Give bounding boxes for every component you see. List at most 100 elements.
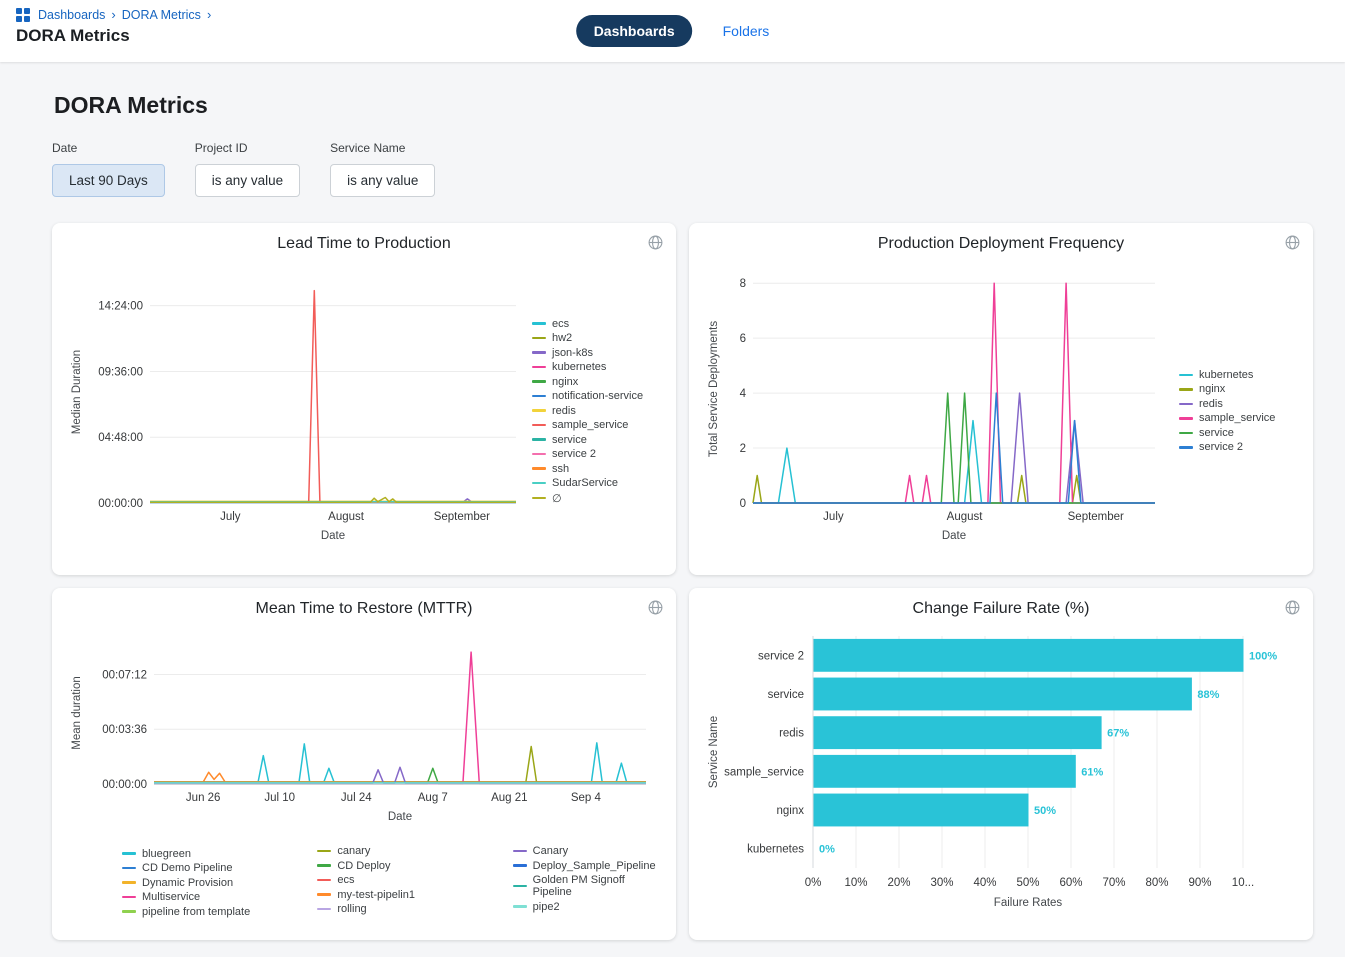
legend-label: pipeline from template [142,906,250,918]
legend-swatch [1179,403,1193,406]
legend-swatch [513,885,527,888]
legend-label: ecs [337,874,354,886]
legend-item-kubernetes[interactable]: kubernetes [1179,369,1275,381]
legend-item-notification-service[interactable]: notification-service [532,390,643,402]
legend-item-redis[interactable]: redis [1179,398,1275,410]
tick-label: 10... [1232,877,1254,889]
globe-icon[interactable] [647,599,664,616]
filter-bar: Date Last 90 Days Project ID is any valu… [52,141,1313,197]
legend-item-json-k8s[interactable]: json-k8s [532,347,643,359]
tick-label: 90% [1188,877,1211,889]
legend-swatch [532,438,546,441]
legend-swatch [532,395,546,398]
bar-service-2[interactable] [814,639,1244,672]
tick-label: 70% [1102,877,1125,889]
legend-swatch [317,879,331,882]
legend-swatch [1179,388,1193,391]
tick-label: 0% [805,877,822,889]
filter-date-button[interactable]: Last 90 Days [52,164,165,197]
filter-project-id-button[interactable]: is any value [195,164,300,197]
tick-label: September [434,511,490,523]
tick-label: 04:48:00 [98,432,143,444]
bar-redis[interactable] [814,716,1102,749]
legend-item-ssh[interactable]: ssh [532,463,643,475]
legend-label: json-k8s [552,347,593,359]
bar-nginx[interactable] [814,794,1029,827]
legend-item-nginx[interactable]: nginx [532,376,643,388]
globe-icon[interactable] [1284,234,1301,251]
legend-item-ecs[interactable]: ecs [317,874,466,886]
legend-label: sample_service [552,419,628,431]
filter-service-name-button[interactable]: is any value [330,164,435,197]
lead-time-chart: 00:00:0004:48:0009:36:0014:24:00JulyAugu… [64,263,664,559]
legend-item-sample-service[interactable]: sample_service [532,419,643,431]
legend-item-bluegreen[interactable]: bluegreen [122,848,271,860]
breadcrumb-dora-metrics[interactable]: DORA Metrics [122,8,201,22]
tab-dashboards[interactable]: Dashboards [576,15,693,47]
tick-label: Jun 26 [186,792,221,804]
tick-label: 00:07:12 [102,669,147,681]
bar-service[interactable] [814,678,1192,711]
legend-item-deploy-sample-pipeline[interactable]: Deploy_Sample_Pipeline [513,860,662,872]
filter-date: Date Last 90 Days [52,141,165,197]
legend-item-service-2[interactable]: service 2 [532,448,643,460]
top-bar: Dashboards › DORA Metrics › DORA Metrics… [0,0,1345,62]
legend-item-sample-service[interactable]: sample_service [1179,412,1275,424]
card-head: Change Failure Rate (%) [701,600,1301,626]
legend-item-kubernetes[interactable]: kubernetes [532,361,643,373]
category-label: service 2 [758,650,804,662]
legend-item-multiservice[interactable]: Multiservice [122,891,271,903]
legend-swatch [317,864,331,867]
legend-swatch [513,864,527,867]
legend-item-service[interactable]: service [532,434,643,446]
legend-item-cd-demo-pipeline[interactable]: CD Demo Pipeline [122,862,271,874]
legend-item-canary[interactable]: canary [317,845,466,857]
legend-item-golden-pm-signoff-pipeline[interactable]: Golden PM Signoff Pipeline [513,874,662,898]
legend-item-cd-deploy[interactable]: CD Deploy [317,860,466,872]
legend-item-redis[interactable]: redis [532,405,643,417]
axis-label: Mean duration [71,676,83,750]
legend-item-service[interactable]: service [1179,427,1275,439]
tick-label: Jul 24 [341,792,372,804]
legend-item-rolling[interactable]: rolling [317,903,466,915]
legend-swatch [532,366,546,369]
bar-sample-service[interactable] [814,755,1076,788]
card-head: Production Deployment Frequency [701,235,1301,261]
filter-project-id: Project ID is any value [195,141,300,197]
chart-title-mttr: Mean Time to Restore (MTTR) [64,600,664,618]
legend-item-my-test-pipelin1[interactable]: my-test-pipelin1 [317,889,466,901]
legend-swatch [532,497,546,500]
globe-icon[interactable] [647,234,664,251]
legend-label: ecs [552,318,569,330]
category-label: kubernetes [747,844,804,856]
tab-folders[interactable]: Folders [723,23,770,39]
legend-item-service-2[interactable]: service 2 [1179,441,1275,453]
window-title: DORA Metrics [16,26,211,46]
legend-item-ecs[interactable]: ecs [532,318,643,330]
legend-label: Deploy_Sample_Pipeline [533,860,656,872]
tick-label: 00:00:00 [102,779,147,791]
chart-title-deployment-frequency: Production Deployment Frequency [701,235,1301,253]
bar-value-label: 50% [1034,805,1056,817]
bar-value-label: 88% [1197,689,1219,701]
breadcrumb-dashboards[interactable]: Dashboards [38,8,105,22]
legend-item-pipe2[interactable]: pipe2 [513,901,662,913]
legend-item-hw2[interactable]: hw2 [532,332,643,344]
legend-item-item[interactable]: ∅ [532,492,643,505]
filter-date-label: Date [52,141,165,155]
legend-item-sudarservice[interactable]: SudarService [532,477,643,489]
filter-project-id-label: Project ID [195,141,300,155]
legend-swatch [122,910,136,913]
card-production-deployment-frequency: Production Deployment Frequency 02468Jul… [689,223,1313,575]
legend-swatch [532,424,546,427]
legend-label: sample_service [1199,412,1275,424]
tick-label: 09:36:00 [98,366,143,378]
legend-item-canary[interactable]: Canary [513,845,662,857]
legend-item-pipeline-from-template[interactable]: pipeline from template [122,906,271,918]
legend-swatch [1179,432,1193,435]
globe-icon[interactable] [1284,599,1301,616]
legend-swatch [122,867,136,870]
breadcrumb-separator: › [111,7,115,22]
legend-item-dynamic-provision[interactable]: Dynamic Provision [122,877,271,889]
legend-item-nginx[interactable]: nginx [1179,383,1275,395]
